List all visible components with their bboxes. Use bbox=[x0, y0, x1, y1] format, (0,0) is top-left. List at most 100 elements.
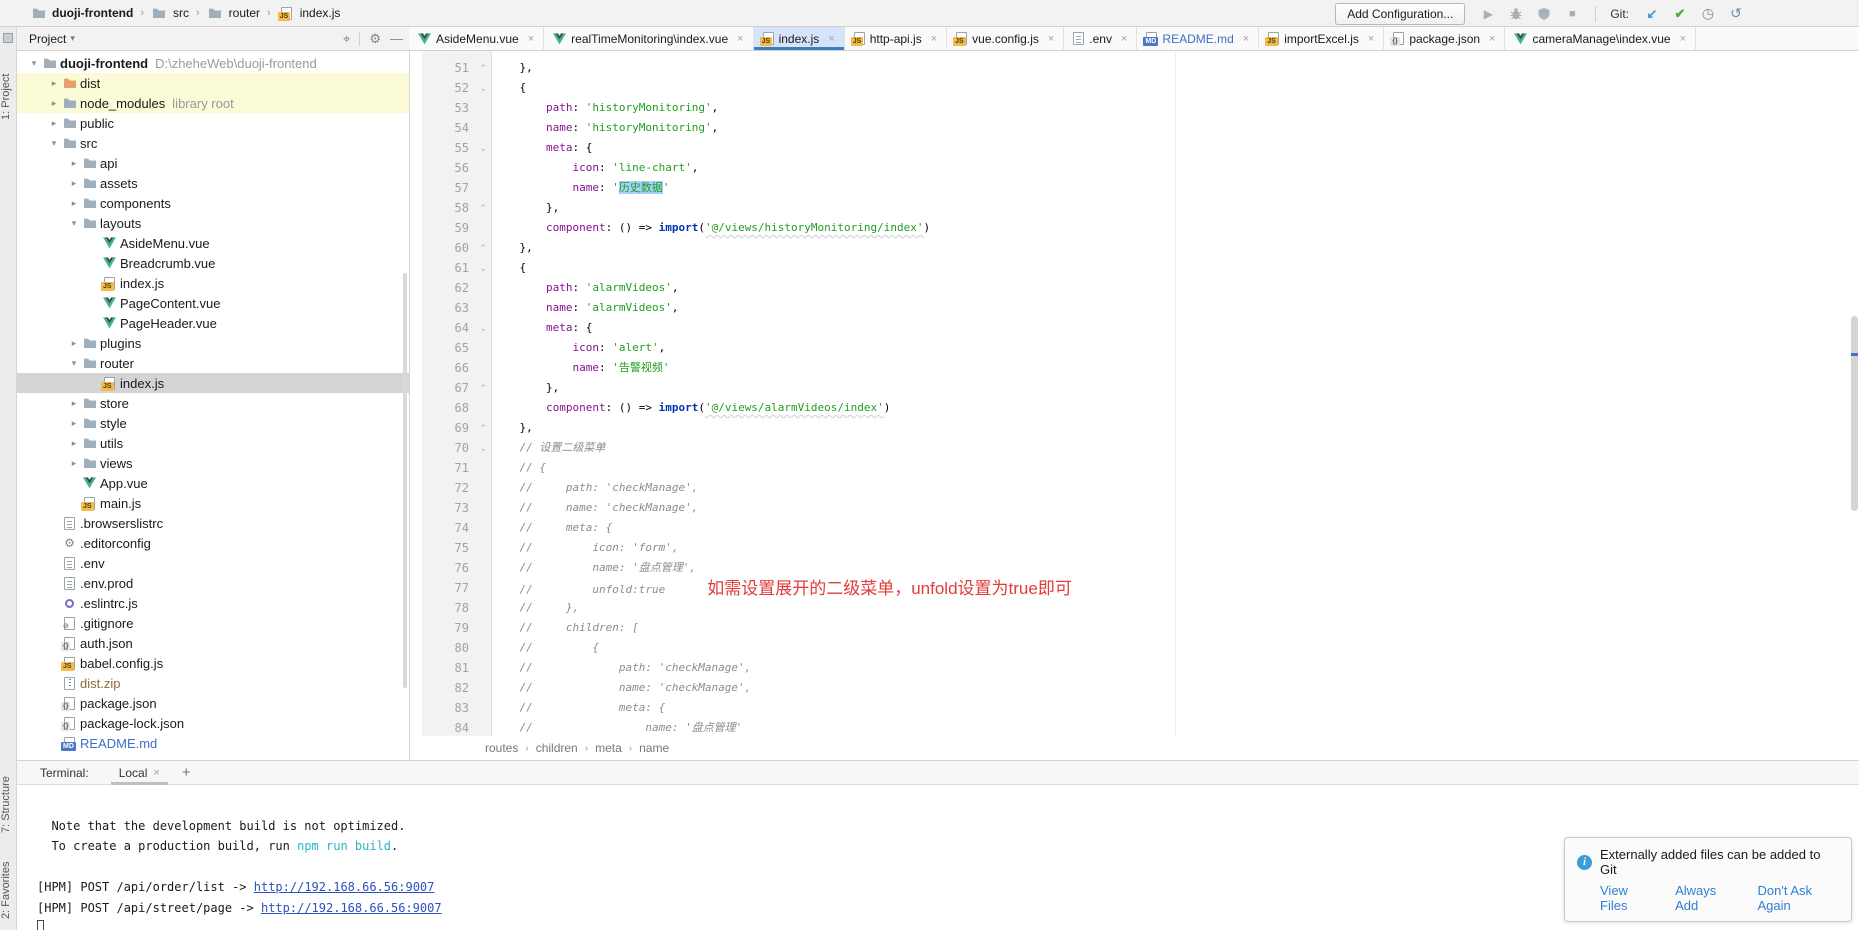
tree-item[interactable]: JSmain.js bbox=[17, 493, 409, 513]
editor-tab[interactable]: .env× bbox=[1064, 27, 1137, 50]
project-tree-scrollbar[interactable] bbox=[403, 273, 407, 688]
editor-tab[interactable]: JSvue.config.js× bbox=[947, 27, 1064, 50]
code-line[interactable]: name: '告警视频' bbox=[493, 358, 1847, 378]
tree-item[interactable]: JSbabel.config.js bbox=[17, 653, 409, 673]
editor-tab[interactable]: MDREADME.md× bbox=[1137, 27, 1259, 50]
code-line[interactable]: component: () => import('@/views/alarmVi… bbox=[493, 398, 1847, 418]
editor-tab[interactable]: JShttp-api.js× bbox=[845, 27, 947, 50]
tree-item[interactable]: dist.zip bbox=[17, 673, 409, 693]
breadcrumb-item[interactable]: src bbox=[151, 6, 189, 20]
code-line[interactable]: // icon: 'form', bbox=[493, 538, 1847, 558]
close-icon[interactable]: × bbox=[1368, 33, 1374, 45]
editor-scrollbar[interactable] bbox=[1849, 51, 1859, 736]
editor-tab[interactable]: AsideMenu.vue× bbox=[409, 27, 544, 50]
editor-tab[interactable]: {}package.json× bbox=[1384, 27, 1505, 50]
code-line[interactable]: // path: 'checkManage', bbox=[493, 658, 1847, 678]
chevron-right-icon[interactable]: ▸ bbox=[67, 338, 81, 349]
code-line[interactable]: }, bbox=[493, 418, 1847, 438]
code-line[interactable]: // 设置二级菜单 bbox=[493, 438, 1847, 458]
code-line[interactable]: // meta: { bbox=[493, 518, 1847, 538]
code-line[interactable]: name: 'historyMonitoring', bbox=[493, 118, 1847, 138]
code-line[interactable]: icon: 'alert', bbox=[493, 338, 1847, 358]
coverage-icon[interactable] bbox=[1535, 7, 1553, 21]
fold-end-icon[interactable]: ⌃ bbox=[479, 238, 487, 258]
fold-end-icon[interactable]: ⌃ bbox=[479, 198, 487, 218]
editor-breadcrumb-item[interactable]: children bbox=[536, 741, 578, 755]
fold-collapse-icon[interactable]: ⌄ bbox=[479, 78, 487, 98]
new-terminal-session-button[interactable]: + bbox=[182, 764, 191, 781]
breadcrumb-item[interactable]: router bbox=[207, 6, 260, 20]
editor-tab[interactable]: JSimportExcel.js× bbox=[1259, 27, 1384, 50]
code-line[interactable]: path: 'historyMonitoring', bbox=[493, 98, 1847, 118]
code-line[interactable]: // path: 'checkManage', bbox=[493, 478, 1847, 498]
tree-item[interactable]: {}package.json bbox=[17, 693, 409, 713]
code-line[interactable]: // name: 'checkManage', bbox=[493, 498, 1847, 518]
stripe-button-structure[interactable]: 7: Structure bbox=[0, 765, 17, 845]
tree-item[interactable]: PageContent.vue bbox=[17, 293, 409, 313]
editor-scrollbar-thumb[interactable] bbox=[1851, 316, 1858, 511]
chevron-right-icon[interactable]: ▸ bbox=[67, 198, 81, 209]
fold-collapse-icon[interactable]: ⌄ bbox=[479, 258, 487, 278]
fold-collapse-icon[interactable]: ⌄ bbox=[479, 138, 487, 158]
notification-action-always-add[interactable]: Always Add bbox=[1675, 883, 1735, 913]
close-icon[interactable]: × bbox=[153, 767, 159, 779]
tool-windows-icon[interactable] bbox=[3, 33, 13, 43]
code-line[interactable]: path: 'alarmVideos', bbox=[493, 278, 1847, 298]
git-history-icon[interactable]: ◷ bbox=[1699, 5, 1717, 22]
git-rollback-icon[interactable]: ↺ bbox=[1727, 5, 1745, 22]
tree-item[interactable]: ▸components bbox=[17, 193, 409, 213]
tree-item[interactable]: ▸api bbox=[17, 153, 409, 173]
chevron-right-icon[interactable]: ▸ bbox=[67, 458, 81, 469]
code-line[interactable]: component: () => import('@/views/history… bbox=[493, 218, 1847, 238]
chevron-down-icon[interactable]: ▾ bbox=[67, 218, 81, 229]
close-icon[interactable]: × bbox=[1243, 33, 1249, 45]
fold-collapse-icon[interactable]: ⌄ bbox=[479, 438, 487, 458]
tree-item[interactable]: .eslintrc.js bbox=[17, 593, 409, 613]
debug-icon[interactable] bbox=[1507, 7, 1525, 21]
editor-tab[interactable]: cameraManage\index.vue× bbox=[1505, 27, 1696, 50]
git-update-icon[interactable]: ↙ bbox=[1643, 6, 1661, 22]
code-line[interactable]: // { bbox=[493, 458, 1847, 478]
code-line[interactable]: // children: [ bbox=[493, 618, 1847, 638]
project-panel-title[interactable]: Project bbox=[29, 32, 66, 46]
tree-item[interactable]: MDREADME.md bbox=[17, 733, 409, 753]
code-line[interactable]: }, bbox=[493, 198, 1847, 218]
tree-item[interactable]: ▸utils bbox=[17, 433, 409, 453]
stripe-button-project[interactable]: 1: Project bbox=[0, 55, 17, 139]
tree-item[interactable]: ▾src bbox=[17, 133, 409, 153]
fold-end-icon[interactable]: ⌃ bbox=[479, 58, 487, 78]
code-line[interactable]: meta: { bbox=[493, 318, 1847, 338]
code-line[interactable]: icon: 'line-chart', bbox=[493, 158, 1847, 178]
code-line[interactable]: { bbox=[493, 78, 1847, 98]
chevron-down-icon[interactable]: ▾ bbox=[70, 33, 75, 44]
chevron-right-icon[interactable]: ▸ bbox=[47, 98, 61, 109]
editor-tab[interactable]: realTimeMonitoring\index.vue× bbox=[544, 27, 753, 50]
chevron-right-icon[interactable]: ▸ bbox=[47, 118, 61, 129]
close-icon[interactable]: × bbox=[1121, 33, 1127, 45]
tree-item[interactable]: ▸views bbox=[17, 453, 409, 473]
close-icon[interactable]: × bbox=[1489, 33, 1495, 45]
tree-item[interactable]: .env.prod bbox=[17, 573, 409, 593]
tree-item[interactable]: PageHeader.vue bbox=[17, 313, 409, 333]
add-configuration-button[interactable]: Add Configuration... bbox=[1335, 3, 1465, 25]
fold-collapse-icon[interactable]: ⌄ bbox=[479, 318, 487, 338]
editor-gutter[interactable]: 51⌃52⌄535455⌄565758⌃5960⌃61⌄626364⌄65666… bbox=[422, 51, 492, 736]
stop-icon[interactable]: ■ bbox=[1563, 8, 1581, 20]
hide-icon[interactable]: — bbox=[390, 31, 403, 46]
tree-item[interactable]: ▸node_moduleslibrary root bbox=[17, 93, 409, 113]
tree-item[interactable]: {}package-lock.json bbox=[17, 713, 409, 733]
tree-item[interactable]: ▸plugins bbox=[17, 333, 409, 353]
code-line[interactable]: // name: 'checkManage', bbox=[493, 678, 1847, 698]
chevron-down-icon[interactable]: ▾ bbox=[47, 138, 61, 149]
notification-action-view-files[interactable]: View Files bbox=[1600, 883, 1653, 913]
close-icon[interactable]: × bbox=[828, 33, 834, 45]
code-line[interactable]: // unfold:true如需设置展开的二级菜单，unfold设置为true即… bbox=[493, 578, 1847, 598]
tree-item[interactable]: ▸public bbox=[17, 113, 409, 133]
tree-item[interactable]: Breadcrumb.vue bbox=[17, 253, 409, 273]
code-line[interactable]: // { bbox=[493, 638, 1847, 658]
project-tree-panel[interactable]: ▾duoji-frontendD:\zheheWeb\duoji-fronten… bbox=[17, 51, 409, 760]
editor-tab[interactable]: JSindex.js× bbox=[754, 27, 845, 50]
chevron-right-icon[interactable]: ▸ bbox=[47, 78, 61, 89]
close-icon[interactable]: × bbox=[1680, 33, 1686, 45]
chevron-right-icon[interactable]: ▸ bbox=[67, 178, 81, 189]
